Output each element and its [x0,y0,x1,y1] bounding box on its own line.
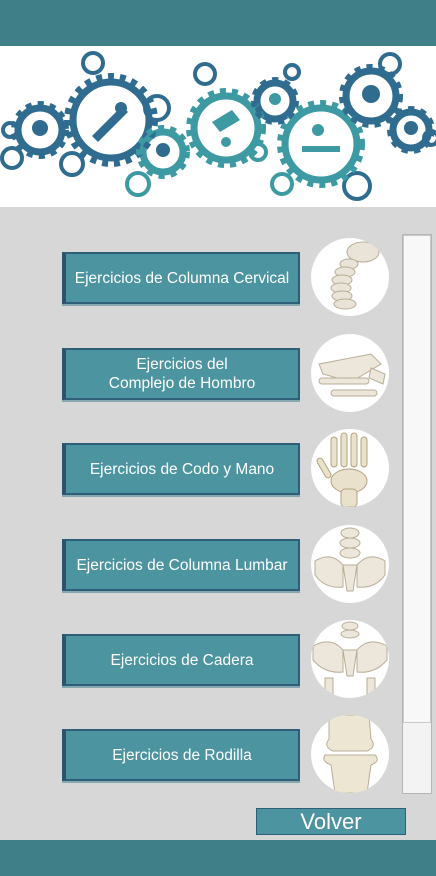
list-item: Ejercicios de Rodilla [62,715,392,793]
bottom-bar [0,840,436,876]
cervical-exercises-button[interactable]: Ejercicios de Columna Cervical [62,252,300,304]
list-scrollbar[interactable] [402,234,432,794]
header-banner [0,46,436,207]
knee-bone-icon [311,715,389,793]
hip-icon [311,620,389,698]
elbow-hand-exercises-button[interactable]: Ejercicios de Codo y Mano [62,443,300,495]
list-item: Ejercicios de Cadera [62,620,392,698]
lumbar-spine-icon [311,525,389,603]
knee-exercises-button[interactable]: Ejercicios de Rodilla [62,729,300,781]
list-item: Ejercicios del Complejo de Hombro [62,334,392,412]
list-item: Ejercicios de Columna Cervical [62,238,392,316]
gears-illustration [0,51,436,201]
top-bar [0,0,436,46]
shoulder-icon [311,334,389,412]
hand-icon [311,429,389,507]
list-item: Ejercicios de Columna Lumbar [62,525,392,603]
shoulder-exercises-button[interactable]: Ejercicios del Complejo de Hombro [62,348,300,400]
lumbar-exercises-button[interactable]: Ejercicios de Columna Lumbar [62,539,300,591]
scrollbar-thumb[interactable] [403,235,431,723]
list-item: Ejercicios de Codo y Mano [62,429,392,507]
cervical-spine-icon [311,238,389,316]
exercise-list[interactable]: Ejercicios de Columna Cervical Ejercicio… [0,207,400,807]
hip-exercises-button[interactable]: Ejercicios de Cadera [62,634,300,686]
back-button[interactable]: Volver [256,808,406,835]
